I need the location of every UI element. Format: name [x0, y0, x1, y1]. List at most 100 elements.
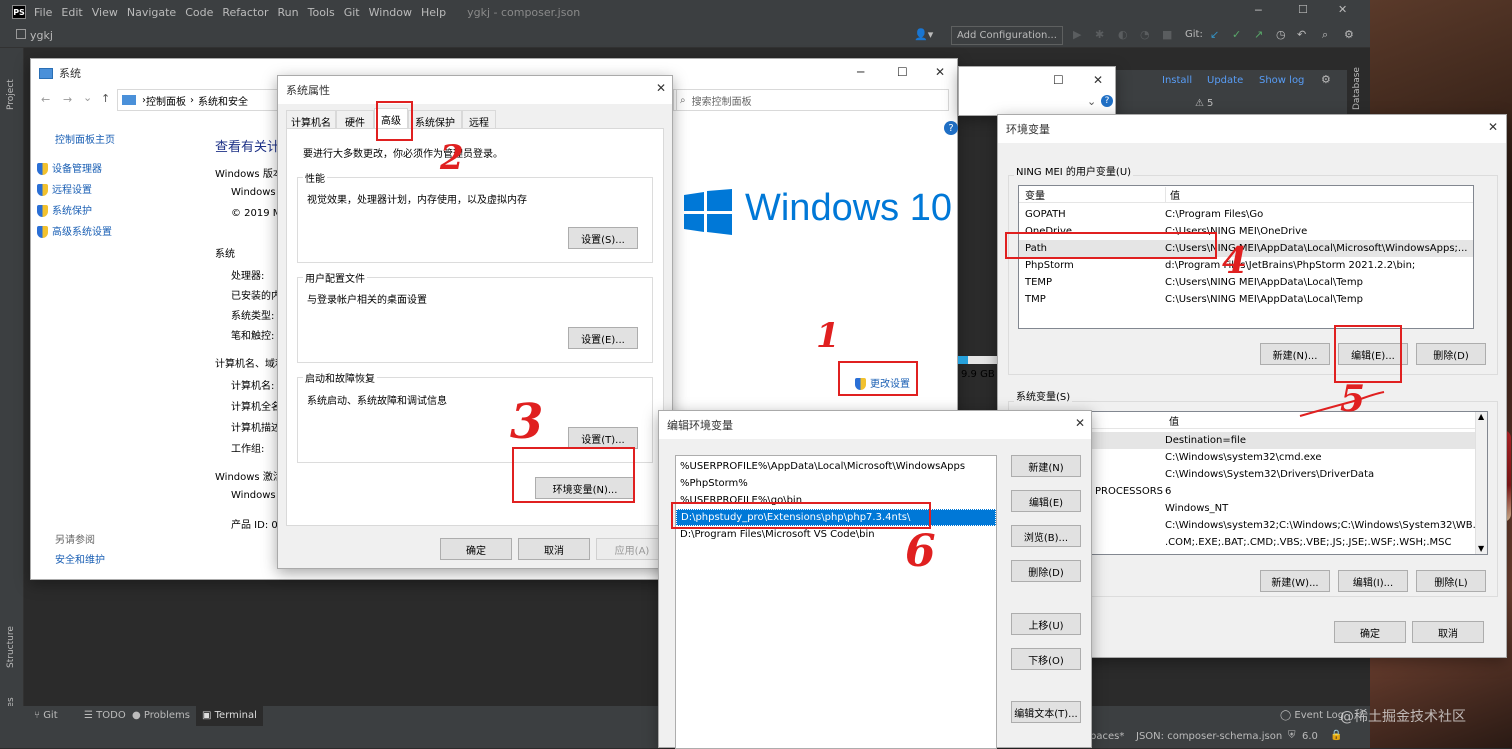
menu-file[interactable]: File	[34, 6, 52, 19]
problems-tool-tab[interactable]: ● Problems	[132, 710, 190, 721]
system-delete-button[interactable]: 删除(L)	[1416, 570, 1486, 592]
up-icon[interactable]: ↑	[101, 92, 110, 105]
menu-tools[interactable]: Tools	[308, 6, 335, 19]
system-protection-link[interactable]: 系统保护	[37, 202, 92, 217]
menu-help[interactable]: Help	[421, 6, 446, 19]
close-icon[interactable]: ✕	[1075, 416, 1085, 430]
lock-icon[interactable]: 🔒	[1330, 730, 1342, 741]
environment-variables-button[interactable]: 环境变量(N)...	[535, 477, 635, 499]
minimize-icon[interactable]: ─	[1255, 4, 1262, 17]
user-icon[interactable]: 👤▾	[914, 28, 933, 41]
search-icon[interactable]: ⌕	[1322, 28, 1328, 42]
recent-icon[interactable]: ⌄	[83, 91, 92, 104]
list-item[interactable]: %PhpStorm%	[680, 475, 996, 492]
help-icon[interactable]: ?	[944, 121, 958, 135]
table-row-selected[interactable]: Path C:\Users\NING MEI\AppData\Local\Micr…	[1019, 240, 1473, 257]
close-icon[interactable]: ✕	[656, 81, 666, 95]
ok-button[interactable]: 确定	[1334, 621, 1406, 643]
tab-remote[interactable]: 远程	[462, 110, 496, 129]
settings-icon[interactable]: ⚙	[1344, 28, 1354, 41]
user-edit-button[interactable]: 编辑(E)...	[1338, 343, 1408, 365]
maximize-icon[interactable]: ☐	[1298, 3, 1308, 16]
project-name[interactable]: ygkj	[30, 29, 53, 42]
terminal-tool-tab[interactable]: ▣ Terminal	[196, 706, 263, 726]
vertical-scrollbar[interactable]: ▲ ▼	[1475, 412, 1487, 554]
cancel-button[interactable]: 取消	[518, 538, 590, 560]
project-tool-tab[interactable]: Project	[6, 79, 16, 110]
device-manager-link[interactable]: 设备管理器	[37, 160, 102, 175]
help-icon[interactable]: ?	[1101, 95, 1113, 107]
forward-icon[interactable]: →	[63, 93, 72, 106]
debug-icon[interactable]: ✱	[1095, 28, 1104, 41]
todo-tool-tab[interactable]: ☰ TODO	[84, 710, 126, 721]
scroll-down-icon[interactable]: ▼	[1478, 544, 1484, 553]
git-push-icon[interactable]: ↗	[1254, 28, 1263, 41]
column-header-value[interactable]: 值	[1165, 413, 1179, 428]
table-row[interactable]: TMP C:\Users\NING MEI\AppData\Local\Temp	[1019, 291, 1473, 308]
system-edit-button[interactable]: 编辑(I)...	[1338, 570, 1408, 592]
run-icon[interactable]: ▶	[1073, 28, 1081, 41]
table-row[interactable]: TEMP C:\Users\NING MEI\AppData\Local\Temp	[1019, 274, 1473, 291]
git-commit-icon[interactable]: ✓	[1232, 28, 1241, 41]
structure-tool-tab[interactable]: Structure	[6, 626, 16, 668]
maximize-icon[interactable]: ☐	[1053, 73, 1064, 87]
rollback-icon[interactable]: ↶	[1297, 28, 1306, 41]
table-row[interactable]: PhpStorm d:\Program Files\JetBrains\PhpSt…	[1019, 257, 1473, 274]
remote-settings-link[interactable]: 远程设置	[37, 181, 92, 196]
advanced-system-settings-link[interactable]: 高级系统设置	[37, 223, 112, 238]
php-version-status[interactable]: 6.0	[1302, 731, 1318, 742]
menu-run[interactable]: Run	[278, 6, 299, 19]
system-new-button[interactable]: 新建(W)...	[1260, 570, 1330, 592]
move-up-button[interactable]: 上移(U)	[1011, 613, 1081, 635]
tab-system-protection[interactable]: 系统保护	[408, 110, 462, 129]
install-link[interactable]: Install	[1162, 75, 1192, 86]
close-icon[interactable]: ✕	[1093, 73, 1103, 87]
table-row[interactable]: GOPATH C:\Program Files\Go	[1019, 206, 1473, 223]
delete-entry-button[interactable]: 删除(D)	[1011, 560, 1081, 582]
close-icon[interactable]: ✕	[1488, 120, 1498, 134]
stop-icon[interactable]: ■	[1162, 28, 1172, 41]
user-new-button[interactable]: 新建(N)...	[1260, 343, 1330, 365]
close-icon[interactable]: ✕	[1338, 3, 1347, 16]
table-row[interactable]: OneDrive C:\Users\NING MEI\OneDrive	[1019, 223, 1473, 240]
profile-icon[interactable]: ◔	[1140, 28, 1150, 41]
warning-icon[interactable]: ⚠	[1195, 98, 1204, 109]
menu-edit[interactable]: Edit	[61, 6, 82, 19]
git-tool-tab[interactable]: ⑂ Git	[34, 710, 58, 721]
maximize-icon[interactable]: ☐	[897, 65, 908, 79]
show-log-link[interactable]: Show log	[1259, 75, 1304, 86]
breadcrumb-control-panel[interactable]: 控制面板	[146, 93, 186, 108]
menu-git[interactable]: Git	[344, 6, 360, 19]
tab-hardware[interactable]: 硬件	[336, 110, 374, 129]
tab-advanced[interactable]: 高级	[374, 108, 408, 128]
tab-computer-name[interactable]: 计算机名	[286, 110, 336, 129]
new-entry-button[interactable]: 新建(N)	[1011, 455, 1081, 477]
startup-recovery-settings-button[interactable]: 设置(T)...	[568, 427, 638, 449]
column-header-variable[interactable]: 变量	[1025, 187, 1045, 202]
path-entries-list[interactable]: %USERPROFILE%\AppData\Local\Microsoft\Wi…	[675, 455, 997, 749]
gear-icon[interactable]: ⚙	[1321, 73, 1331, 86]
chevron-down-icon[interactable]: ⌄	[1087, 95, 1096, 108]
edit-entry-button[interactable]: 编辑(E)	[1011, 490, 1081, 512]
git-update-icon[interactable]: ↙	[1210, 28, 1219, 41]
history-icon[interactable]: ◷	[1276, 28, 1286, 41]
back-icon[interactable]: ←	[41, 93, 50, 106]
event-log-tab[interactable]: ◯ Event Log	[1280, 710, 1344, 721]
breadcrumb-security[interactable]: 系统和安全	[198, 93, 248, 108]
coverage-icon[interactable]: ◐	[1118, 28, 1128, 41]
search-control-panel-input[interactable]: ⌕ 搜索控制面板	[673, 89, 949, 111]
database-tool-tab[interactable]: Database	[1352, 67, 1362, 110]
user-delete-button[interactable]: 删除(D)	[1416, 343, 1486, 365]
user-variables-table[interactable]: 变量 值 GOPATH C:\Program Files\Go OneDrive C…	[1018, 185, 1474, 329]
ok-button[interactable]: 确定	[440, 538, 512, 560]
menu-refactor[interactable]: Refactor	[222, 6, 268, 19]
add-configuration-button[interactable]: Add Configuration...	[951, 26, 1063, 45]
close-icon[interactable]: ✕	[935, 65, 945, 79]
column-header-value[interactable]: 值	[1165, 186, 1180, 202]
control-panel-home-link[interactable]: 控制面板主页	[55, 131, 115, 146]
list-item[interactable]: D:\Program Files\Microsoft VS Code\bin	[680, 526, 996, 543]
performance-settings-button[interactable]: 设置(S)...	[568, 227, 638, 249]
browse-button[interactable]: 浏览(B)...	[1011, 525, 1081, 547]
cancel-button[interactable]: 取消	[1412, 621, 1484, 643]
edit-text-button[interactable]: 编辑文本(T)...	[1011, 701, 1081, 723]
